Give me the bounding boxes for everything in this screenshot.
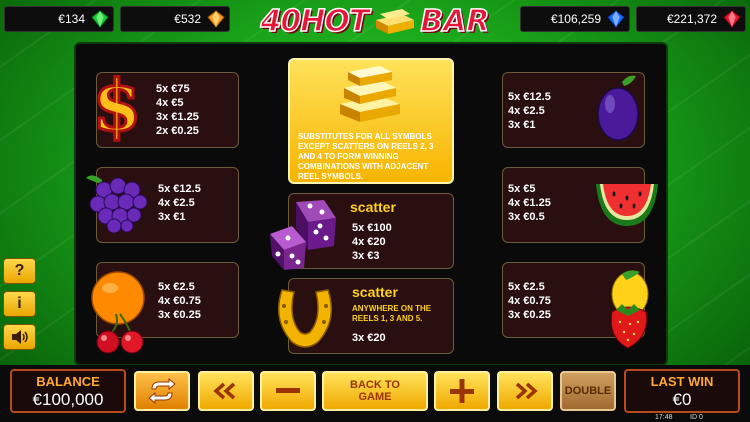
paytable-values-dollar: 5x €75 4x €5 3x €1.25 2x €0.25: [156, 82, 199, 138]
back-to-game-label: BACK TO GAME: [350, 379, 400, 403]
pay-line: 4x €0.75: [158, 295, 201, 307]
session-id: ID 0: [690, 414, 703, 421]
pay-line: 4x €5: [156, 97, 184, 109]
jackpot-value: €134: [58, 12, 85, 26]
pay-line: 5x €5: [508, 183, 536, 195]
pay-line: 3x €0.5: [508, 211, 545, 223]
paytable-values-dice: 5x €100 4x €20 3x €3: [352, 221, 392, 263]
horseshoe-scatter-title: scatter: [352, 284, 398, 300]
orange-gem-icon: [207, 10, 225, 28]
speaker-icon: [11, 330, 28, 344]
grapes-icon: [86, 175, 148, 234]
gold-bars-icon: [340, 66, 400, 122]
pay-line: 4x €0.75: [508, 295, 551, 307]
balance-value: €100,000: [32, 390, 104, 409]
info-icon: i: [17, 295, 22, 312]
pay-line: 4x €1.25: [508, 197, 551, 209]
logo-text: 40HOT: [260, 3, 370, 40]
pay-line: 3x €1: [508, 119, 536, 131]
last-win-value: €0: [672, 390, 692, 409]
watermelon-icon: [596, 184, 658, 226]
jackpot-orange: €532: [120, 6, 230, 32]
plus-icon: [450, 379, 474, 403]
gold-bar-icon: [376, 9, 415, 34]
plum-icon: [597, 75, 639, 141]
dice-icon: [270, 200, 336, 270]
balance-label: BALANCE: [36, 374, 100, 389]
pay-line: 3x €1: [158, 211, 186, 223]
increase-bet-fast-button[interactable]: [497, 371, 553, 411]
paytable-values-plum: 5x €12.5 4x €2.5 3x €1: [508, 90, 551, 132]
minus-icon: [276, 388, 300, 393]
orange-cherry-icon: [91, 271, 145, 354]
clock: 17:48: [655, 414, 673, 421]
autoplay-button[interactable]: [134, 371, 190, 411]
green-gem-icon: [91, 10, 109, 28]
paytable-values-orange-cherry: 5x €2.5 4x €0.75 3x €0.25: [158, 280, 201, 322]
blue-gem-icon: [607, 10, 625, 28]
jackpot-red: €221,372: [636, 6, 746, 32]
jackpot-value: €106,259: [550, 12, 601, 26]
horseshoe-icon: [277, 289, 333, 348]
double-button[interactable]: DOUBLE: [560, 371, 616, 411]
pay-line: 5x €2.5: [158, 281, 195, 293]
wild-description: SUBSTITUTES FOR ALL SYMBOLS EXCEPT SCATT…: [298, 132, 434, 181]
help-button[interactable]: ?: [3, 258, 36, 284]
pay-line: 3x €0.25: [508, 309, 551, 321]
pay-line: 5x €12.5: [158, 183, 201, 195]
decrease-bet-button[interactable]: [260, 371, 316, 411]
info-button[interactable]: i: [3, 291, 36, 317]
jackpot-value: €532: [174, 12, 201, 26]
horseshoe-scatter-note: ANYWHERE ON THE REELS 1, 3 AND 5.: [352, 304, 432, 323]
pay-line: 3x €20: [352, 332, 386, 344]
svg-text:$: $: [93, 66, 142, 142]
paytable-values-horseshoe: 3x €20: [352, 331, 386, 345]
pay-line: 3x €0.25: [158, 309, 201, 321]
paytable-values-watermelon: 5x €5 4x €1.25 3x €0.5: [508, 182, 551, 224]
dollar-sign-icon: $: [91, 66, 143, 142]
pay-line: 2x €0.25: [156, 125, 199, 137]
game-logo: 40HOT BAR: [246, 3, 504, 40]
back-to-game-button[interactable]: BACK TO GAME: [322, 371, 428, 411]
pay-line: 5x €12.5: [508, 91, 551, 103]
lemon-strawberry-icon: [610, 270, 649, 349]
pay-line: 4x €2.5: [158, 197, 195, 209]
paytable-values-strawberry: 5x €2.5 4x €0.75 3x €0.25: [508, 280, 551, 322]
paytable-card-wild: SUBSTITUTES FOR ALL SYMBOLS EXCEPT SCATT…: [288, 58, 454, 184]
pay-line: 5x €2.5: [508, 281, 545, 293]
sound-button[interactable]: [3, 324, 36, 350]
pay-line: 4x €20: [352, 236, 386, 248]
autoplay-icon: [148, 378, 176, 404]
jackpot-value: €221,372: [666, 12, 717, 26]
pay-line: 3x €1.25: [156, 111, 199, 123]
pay-line: 5x €75: [156, 83, 190, 95]
pay-line: 3x €3: [352, 250, 380, 262]
double-chevron-right-icon: [515, 382, 538, 400]
logo-text-bar: BAR: [420, 3, 491, 40]
jackpot-green: €134: [4, 6, 114, 32]
increase-bet-button[interactable]: [434, 371, 490, 411]
jackpot-blue: €106,259: [520, 6, 630, 32]
double-chevron-left-icon: [213, 382, 236, 400]
last-win-panel: LAST WIN €0: [624, 369, 740, 413]
help-icon: ?: [14, 262, 25, 279]
pay-line: 5x €100: [352, 222, 392, 234]
decrease-bet-fast-button[interactable]: [198, 371, 254, 411]
red-gem-icon: [723, 10, 741, 28]
pay-line: 4x €2.5: [508, 105, 545, 117]
double-label: DOUBLE: [564, 385, 612, 397]
last-win-label: LAST WIN: [650, 374, 714, 389]
dice-scatter-title: scatter: [350, 199, 396, 215]
paytable-values-grapes: 5x €12.5 4x €2.5 3x €1: [158, 182, 201, 224]
balance-panel: BALANCE €100,000: [10, 369, 126, 413]
